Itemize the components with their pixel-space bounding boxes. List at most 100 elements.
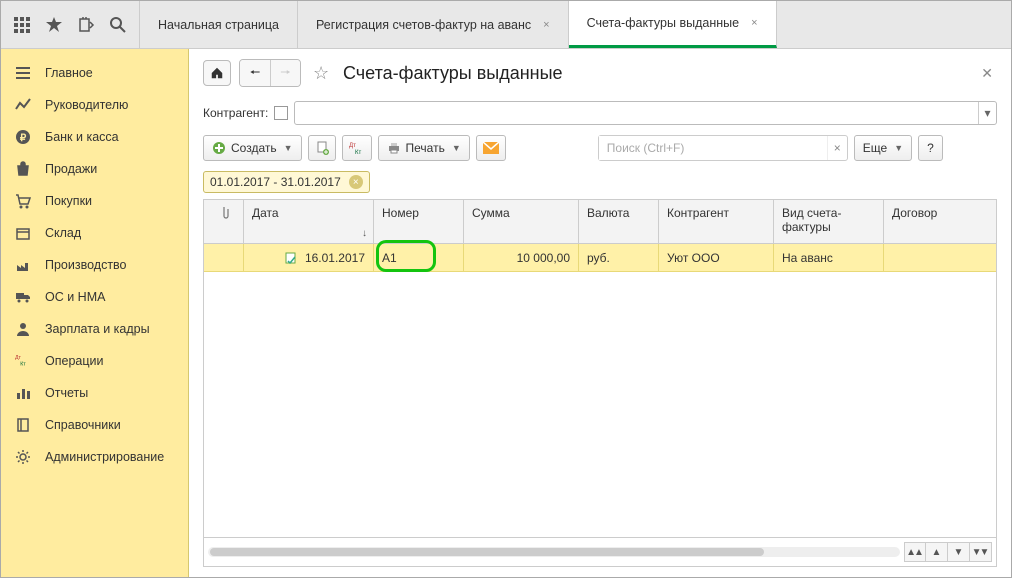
sidebar-label: Главное [45, 66, 93, 80]
svg-text:Дт: Дт [15, 355, 22, 361]
sidebar-item-reports[interactable]: Отчеты [1, 377, 188, 409]
column-invoice-type[interactable]: Вид счета-фактуры [774, 200, 884, 243]
contractor-field[interactable] [295, 102, 978, 124]
tab-label: Регистрация счетов-фактур на аванс [316, 18, 531, 32]
close-icon[interactable]: × [543, 19, 549, 31]
svg-text:₽: ₽ [20, 133, 27, 144]
cell-type: На аванс [774, 244, 884, 271]
nav-up-button[interactable]: ▲ [926, 542, 948, 562]
bag-icon [15, 161, 31, 177]
horizontal-scrollbar[interactable] [208, 547, 900, 557]
sidebar: Главное Руководителю ₽ Банк и касса Прода… [1, 49, 189, 577]
create-label: Создать [231, 141, 277, 155]
help-button[interactable]: ? [918, 135, 943, 161]
ruble-icon: ₽ [15, 129, 31, 145]
home-button[interactable] [203, 60, 231, 86]
svg-text:Кт: Кт [20, 361, 26, 367]
history-icon[interactable] [77, 16, 95, 34]
operations-button[interactable]: ДтКт [342, 135, 372, 161]
person-icon [15, 321, 31, 337]
table-row[interactable]: 16.01.2017 А1 10 000,00 руб. Уют ООО На … [204, 244, 996, 272]
sidebar-item-production[interactable]: Производство [1, 249, 188, 281]
nav-last-button[interactable]: ▼▼ [970, 542, 992, 562]
sidebar-label: Производство [45, 258, 127, 272]
forward-button[interactable]: 🠖 [270, 60, 300, 86]
favorite-star-icon[interactable]: ☆ [313, 63, 333, 84]
chevron-down-icon: ▼ [452, 143, 461, 153]
cell-sum: 10 000,00 [464, 244, 579, 271]
operations-icon: ДтКт [15, 353, 31, 369]
svg-text:Кт: Кт [355, 150, 361, 155]
tab-home[interactable]: Начальная страница [140, 1, 298, 48]
top-bar: Начальная страница Регистрация счетов-фа… [1, 1, 1011, 49]
sidebar-item-manager[interactable]: Руководителю [1, 89, 188, 121]
column-contractor[interactable]: Контрагент [659, 200, 774, 243]
sidebar-label: ОС и НМА [45, 290, 105, 304]
sidebar-item-warehouse[interactable]: Склад [1, 217, 188, 249]
sidebar-label: Банк и касса [45, 130, 119, 144]
apps-icon[interactable] [13, 16, 31, 34]
nav-first-button[interactable]: ▲▲ [904, 542, 926, 562]
bars-icon [15, 385, 31, 401]
sidebar-label: Склад [45, 226, 81, 240]
back-button[interactable]: 🠔 [240, 60, 270, 86]
sidebar-item-assets[interactable]: ОС и НМА [1, 281, 188, 313]
chevron-down-icon: ▼ [894, 143, 903, 153]
tab-label: Счета-фактуры выданные [587, 16, 739, 30]
search-box[interactable]: × [598, 135, 848, 161]
page-title: Счета-фактуры выданные [343, 63, 563, 84]
sidebar-label: Отчеты [45, 386, 88, 400]
more-label: Еще [863, 141, 887, 155]
svg-text:Дт: Дт [349, 143, 356, 149]
chevron-down-icon[interactable]: ▾ [978, 102, 996, 124]
truck-icon [15, 289, 31, 305]
column-attachment[interactable] [204, 200, 244, 243]
sidebar-item-main[interactable]: Главное [1, 57, 188, 89]
book-icon [15, 417, 31, 433]
contractor-checkbox[interactable] [274, 106, 288, 120]
print-label: Печать [406, 141, 445, 155]
box-icon [15, 225, 31, 241]
contractor-input[interactable]: ▾ [294, 101, 997, 125]
help-label: ? [927, 141, 934, 155]
column-number[interactable]: Номер [374, 200, 464, 243]
close-page-icon[interactable]: ✕ [977, 61, 997, 86]
cell-contractor: Уют ООО [659, 244, 774, 271]
search-input[interactable] [599, 136, 827, 160]
factory-icon [15, 257, 31, 273]
gear-icon [15, 449, 31, 465]
column-date[interactable]: Дата ↓ [244, 200, 374, 243]
sidebar-label: Покупки [45, 194, 92, 208]
more-button[interactable]: Еще ▼ [854, 135, 912, 161]
column-contract[interactable]: Договор [884, 200, 996, 243]
tab-advance-invoices[interactable]: Регистрация счетов-фактур на аванс × [298, 1, 569, 48]
chevron-down-icon: ▼ [284, 143, 293, 153]
sidebar-item-admin[interactable]: Администрирование [1, 441, 188, 473]
star-icon[interactable] [45, 16, 63, 34]
nav-down-button[interactable]: ▼ [948, 542, 970, 562]
sidebar-item-purchases[interactable]: Покупки [1, 185, 188, 217]
clear-date-filter-icon[interactable]: × [349, 175, 363, 189]
sidebar-item-hr[interactable]: Зарплата и кадры [1, 313, 188, 345]
create-button[interactable]: Создать ▼ [203, 135, 302, 161]
column-sum[interactable]: Сумма [464, 200, 579, 243]
sidebar-item-sales[interactable]: Продажи [1, 153, 188, 185]
cell-date: 16.01.2017 [244, 244, 374, 271]
date-filter-text: 01.01.2017 - 31.01.2017 [210, 175, 341, 189]
sidebar-item-operations[interactable]: ДтКтОперации [1, 345, 188, 377]
sidebar-label: Администрирование [45, 450, 164, 464]
tab-issued-invoices[interactable]: Счета-фактуры выданные × [569, 1, 777, 48]
email-button[interactable] [476, 135, 506, 161]
cell-currency: руб. [579, 244, 659, 271]
search-icon[interactable] [109, 16, 127, 34]
cell-contract [884, 244, 996, 271]
sidebar-item-catalogs[interactable]: Справочники [1, 409, 188, 441]
close-icon[interactable]: × [751, 17, 757, 29]
clear-search-icon[interactable]: × [827, 136, 847, 160]
column-currency[interactable]: Валюта [579, 200, 659, 243]
print-button[interactable]: Печать ▼ [378, 135, 470, 161]
date-filter-badge[interactable]: 01.01.2017 - 31.01.2017 × [203, 171, 370, 193]
copy-button[interactable] [308, 135, 336, 161]
sidebar-item-bank[interactable]: ₽ Банк и касса [1, 121, 188, 153]
chart-icon [15, 97, 31, 113]
